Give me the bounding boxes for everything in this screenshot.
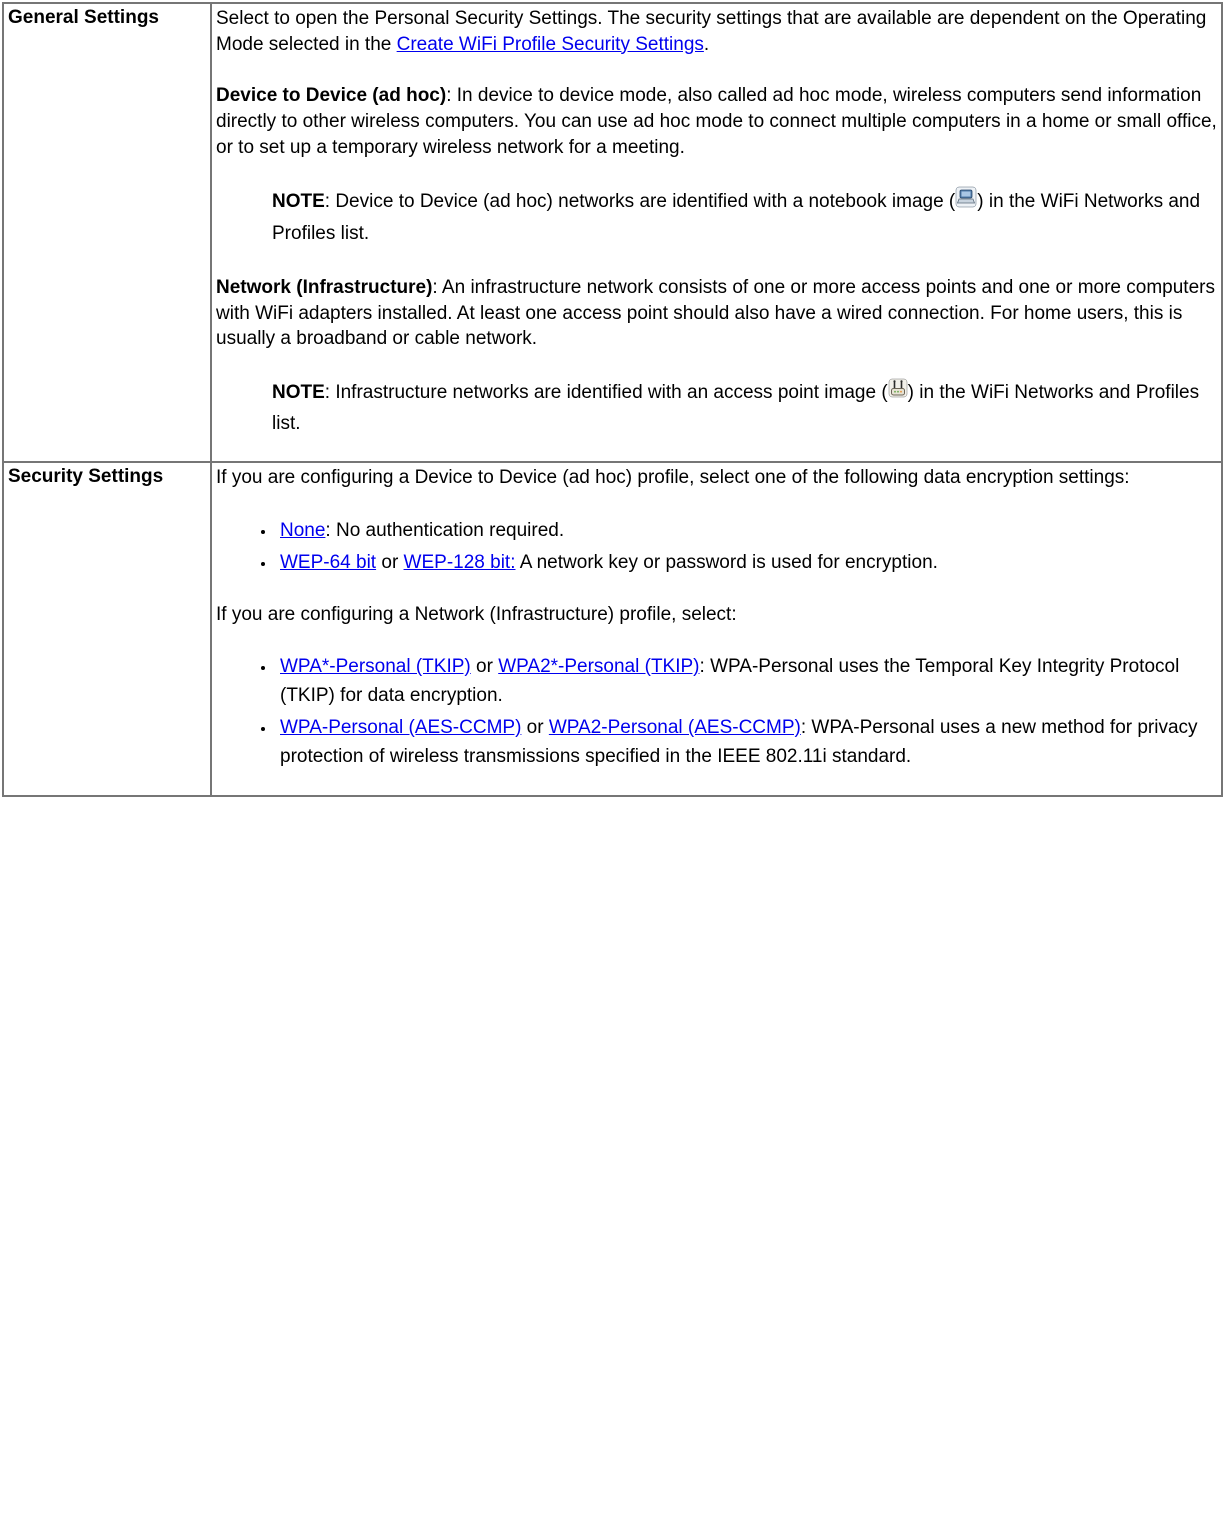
link-wep-64-bit[interactable]: WEP-64 bit [280,552,376,573]
list-item: WPA-Personal (AES-CCMP) or WPA2-Personal… [276,714,1217,771]
list-item: WEP-64 bit or WEP-128 bit: A network key… [276,549,1217,578]
adhoc-note-text-before-icon: : Device to Device (ad hoc) networks are… [325,191,955,212]
settings-table: General Settings Select to open the Pers… [2,2,1223,797]
link-none[interactable]: None [280,520,325,541]
none-text: : No authentication required. [325,520,564,541]
table-row: General Settings Select to open the Pers… [3,3,1222,462]
note-label: NOTE [272,382,325,403]
row-label-security-settings: Security Settings [3,462,211,796]
link-wep-128-bit[interactable]: WEP-128 bit: [404,552,516,573]
link-wpa-personal-tkip[interactable]: WPA*-Personal (TKIP) [280,656,471,677]
link-wpa2-personal-tkip[interactable]: WPA2*-Personal (TKIP) [498,656,699,677]
row-content-general-settings: Select to open the Personal Security Set… [211,3,1222,462]
security-adhoc-intro: If you are configuring a Device to Devic… [216,465,1217,491]
list-item: WPA*-Personal (TKIP) or WPA2*-Personal (… [276,653,1217,710]
infra-note-text-before-icon: : Infrastructure networks are identified… [325,382,888,403]
table-row: Security Settings If you are configuring… [3,462,1222,796]
wep-or-text: or [376,552,403,573]
adhoc-encryption-list: None: No authentication required. WEP-64… [216,517,1217,578]
infra-encryption-list: WPA*-Personal (TKIP) or WPA2*-Personal (… [216,653,1217,771]
aes-or-text: or [521,717,548,738]
link-wpa-personal-aes-ccmp[interactable]: WPA-Personal (AES-CCMP) [280,717,521,738]
general-intro-paragraph: Select to open the Personal Security Set… [216,6,1217,57]
infrastructure-paragraph: Network (Infrastructure): An infrastruct… [216,275,1217,352]
access-point-icon [888,378,908,408]
security-infra-intro: If you are configuring a Network (Infras… [216,602,1217,628]
intro-text-after-link: . [704,34,709,55]
adhoc-label: Device to Device (ad hoc) [216,85,446,106]
infrastructure-note-block: NOTE: Infrastructure networks are identi… [272,378,1217,439]
tkip-or-text: or [471,656,498,677]
document-page: General Settings Select to open the Pers… [0,0,1225,1521]
infrastructure-label: Network (Infrastructure) [216,277,432,298]
link-create-wifi-profile-security-settings[interactable]: Create WiFi Profile Security Settings [397,34,704,55]
adhoc-note-block: NOTE: Device to Device (ad hoc) networks… [272,186,1217,249]
wep-text: A network key or password is used for en… [515,552,937,573]
row-label-general-settings: General Settings [3,3,211,462]
intro-text-before-link: Select to open the Personal Security Set… [216,8,1206,55]
row-content-security-settings: If you are configuring a Device to Devic… [211,462,1222,796]
list-item: None: No authentication required. [276,517,1217,546]
notebook-icon [955,186,977,218]
adhoc-paragraph: Device to Device (ad hoc): In device to … [216,83,1217,160]
link-wpa2-personal-aes-ccmp[interactable]: WPA2-Personal (AES-CCMP) [549,717,801,738]
note-label: NOTE [272,191,325,212]
